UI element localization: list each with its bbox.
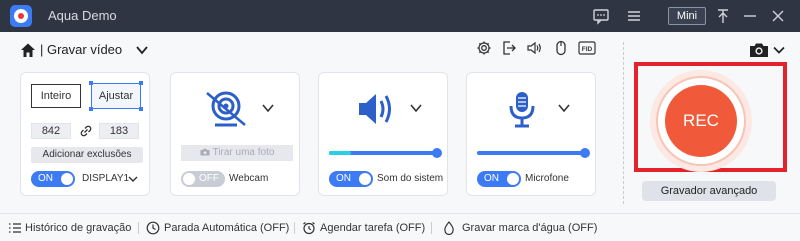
display-card: Inteiro Ajustar 842 183 Adicionar exclus… [20, 72, 150, 196]
chevron-down-icon[interactable] [261, 103, 275, 113]
settings-icon[interactable] [476, 40, 492, 56]
advanced-recorder-button[interactable]: Gravador avançado [642, 181, 776, 201]
title-bar: Aqua Demo Mini [0, 0, 800, 32]
recording-mode-title[interactable]: | Gravar vídeo [40, 42, 122, 57]
camera-icon[interactable] [749, 42, 769, 58]
webcam-toggle[interactable]: OFF [181, 171, 225, 187]
webcam-card: Tirar uma foto OFF Webcam [170, 72, 300, 196]
resize-handle[interactable] [139, 81, 143, 85]
menu-icon[interactable] [625, 7, 643, 25]
camera-icon [200, 148, 210, 156]
volume-icon[interactable] [526, 40, 542, 56]
resize-handle[interactable] [139, 107, 143, 111]
resize-handle[interactable] [89, 81, 93, 85]
list-icon [9, 223, 21, 233]
slider-knob[interactable] [580, 148, 590, 158]
area-selector: Inteiro Ajustar [31, 81, 143, 111]
microphone-toggle[interactable]: ON [477, 171, 521, 187]
mini-mode-button[interactable]: Mini [668, 7, 706, 25]
minimize-icon[interactable] [741, 7, 759, 25]
auto-stop-link[interactable]: Parada Automática (OFF) [164, 222, 289, 234]
slider-fill [477, 151, 585, 155]
alarm-clock-icon [303, 222, 315, 235]
add-exclusions-button[interactable]: Adicionar exclusões [31, 147, 143, 163]
chevron-down-icon[interactable] [773, 45, 785, 55]
system-sound-card: ON Som do sistem [318, 72, 448, 196]
chevron-down-icon[interactable] [135, 44, 149, 56]
audio-level-meter [329, 151, 351, 155]
close-icon[interactable] [769, 7, 787, 25]
schedule-task-link[interactable]: Agendar tarefa (OFF) [320, 222, 425, 234]
separator [294, 222, 295, 234]
custom-area-button[interactable]: Ajustar [91, 83, 141, 109]
speaker-icon[interactable] [351, 89, 397, 129]
water-drop-icon [444, 221, 454, 235]
pin-icon[interactable] [714, 7, 732, 25]
export-icon[interactable] [501, 40, 517, 56]
divider [623, 42, 624, 204]
height-input[interactable]: 183 [99, 123, 139, 139]
fid-icon[interactable]: FID [578, 40, 596, 56]
webcam-icon[interactable] [203, 89, 249, 129]
fid-label: FID [582, 46, 593, 53]
microphone-card: ON Microfone [466, 72, 596, 196]
width-input[interactable]: 842 [31, 123, 71, 139]
mouse-icon[interactable] [553, 40, 569, 56]
chat-icon[interactable] [592, 7, 610, 25]
display-toggle[interactable]: ON [31, 171, 75, 187]
webcam-label: Webcam [229, 173, 269, 184]
link-icon[interactable] [79, 124, 93, 138]
chevron-down-icon[interactable] [557, 103, 571, 113]
recording-history-link[interactable]: Histórico de gravação [25, 222, 131, 234]
resize-handle[interactable] [89, 107, 93, 111]
separator [138, 222, 139, 234]
microphone-label: Microfone [525, 173, 569, 184]
watermark-link[interactable]: Gravar marca d'água (OFF) [462, 222, 597, 234]
chevron-down-icon[interactable] [128, 175, 138, 183]
take-photo-label: Tirar uma foto [212, 147, 275, 158]
system-volume-slider[interactable] [329, 148, 442, 158]
microphone-icon[interactable] [499, 89, 545, 129]
full-screen-button[interactable]: Inteiro [31, 84, 81, 108]
chevron-down-icon[interactable] [409, 103, 423, 113]
microphone-volume-slider[interactable] [477, 148, 590, 158]
slider-knob[interactable] [432, 148, 442, 158]
rec-button[interactable]: REC [665, 85, 737, 157]
bottom-bar: Histórico de gravação Parada Automática … [0, 213, 800, 241]
take-photo-button[interactable]: Tirar uma foto [181, 145, 293, 161]
home-icon[interactable] [20, 42, 36, 58]
system-sound-toggle[interactable]: ON [329, 171, 373, 187]
app-logo-icon [10, 5, 32, 27]
separator [431, 222, 432, 234]
display-select-label[interactable]: DISPLAY1 [82, 173, 129, 184]
system-sound-label: Som do sistem [377, 173, 444, 184]
clock-icon [146, 221, 160, 235]
app-title: Aqua Demo [48, 8, 117, 23]
